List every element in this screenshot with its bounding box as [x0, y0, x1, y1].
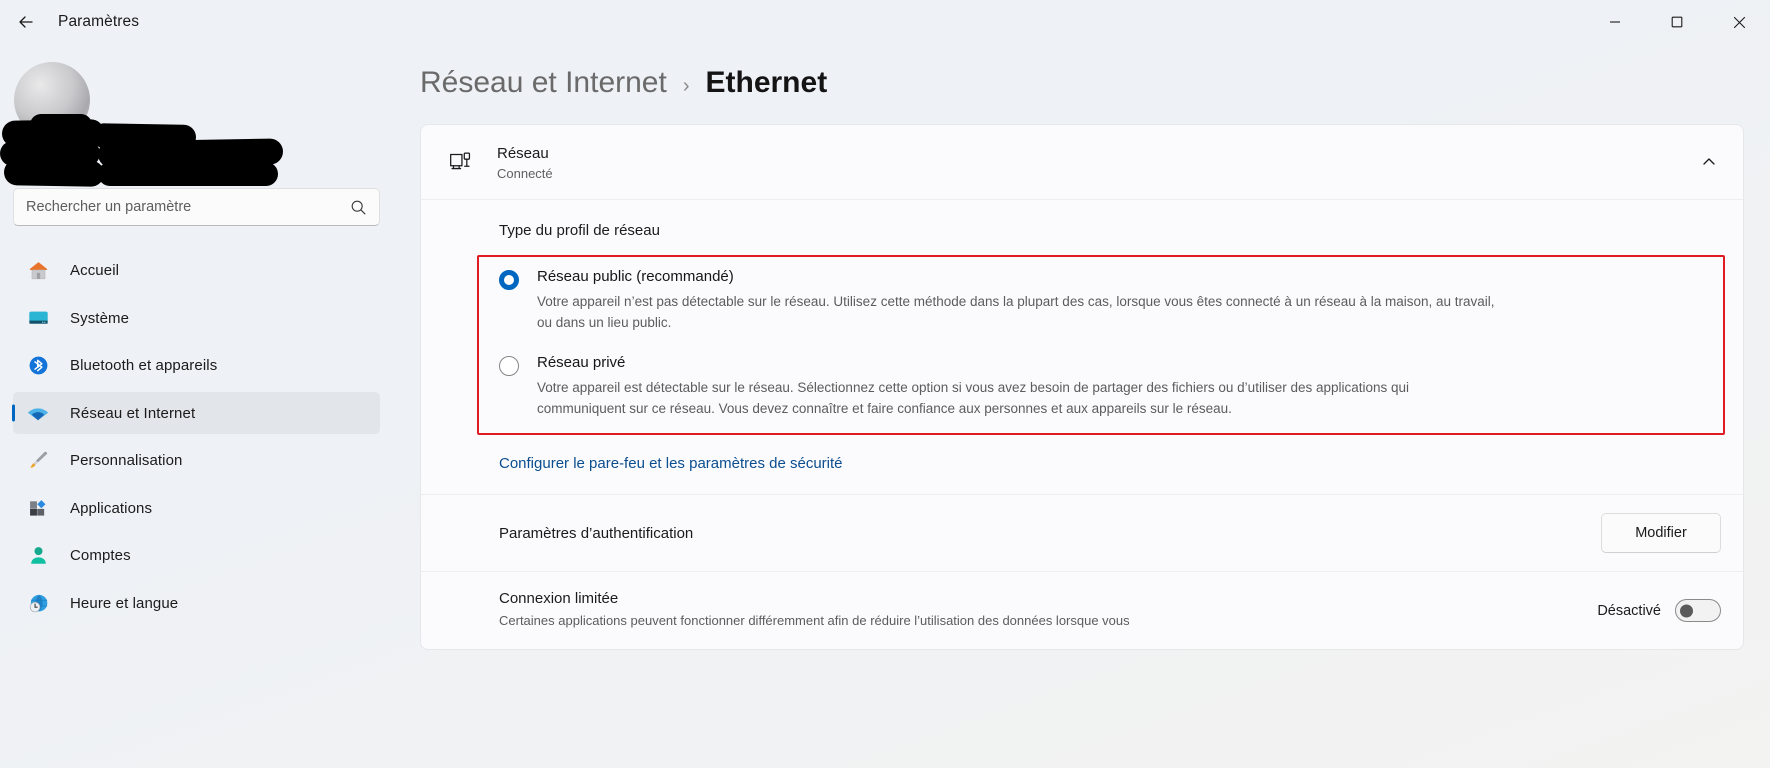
close-button[interactable] — [1708, 0, 1770, 44]
home-icon — [25, 259, 51, 283]
breadcrumb-parent[interactable]: Réseau et Internet — [420, 66, 667, 100]
radio-description-private: Votre appareil est détectable sur le rés… — [537, 378, 1497, 419]
metered-connection-toggle[interactable] — [1675, 599, 1721, 622]
sidebar-item-comptes[interactable]: Comptes — [13, 535, 380, 577]
title-bar: Paramètres — [0, 0, 1770, 44]
maximize-button[interactable] — [1646, 0, 1708, 44]
sidebar-item-label: Réseau et Internet — [70, 405, 195, 422]
toggle-knob — [1680, 604, 1693, 617]
network-header-text: Réseau Connecté — [497, 143, 553, 181]
radio-description-public: Votre appareil n’est pas détectable sur … — [537, 292, 1497, 333]
sidebar-item-accueil[interactable]: Accueil — [13, 250, 380, 292]
window-controls — [1584, 0, 1770, 44]
network-profile-options: Réseau public (recommandé) Votre apparei… — [441, 261, 1721, 426]
authentication-settings-label: Paramètres d’authentification — [499, 525, 1577, 542]
metered-connection-description: Certaines applications peuvent fonctionn… — [499, 611, 1319, 631]
sidebar-nav: Accueil Système — [0, 244, 420, 630]
radio-option-public[interactable]: Réseau public (recommandé) Votre apparei… — [441, 261, 1721, 339]
sidebar-item-label: Personnalisation — [70, 452, 183, 469]
sidebar-item-label: Accueil — [70, 262, 119, 279]
radio-label-private: Réseau privé — [537, 354, 625, 371]
page-title: Ethernet — [706, 66, 828, 100]
modify-button[interactable]: Modifier — [1601, 513, 1721, 553]
settings-window: Paramètres — [0, 0, 1770, 768]
sidebar-item-label: Comptes — [70, 547, 131, 564]
sidebar: Accueil Système — [0, 44, 420, 768]
search-box[interactable] — [13, 188, 380, 226]
metered-connection-label: Connexion limitée — [499, 590, 1573, 607]
metered-connection-toggle-group: Désactivé — [1597, 599, 1721, 622]
clock-globe-icon — [25, 591, 51, 615]
minimize-icon — [1609, 16, 1621, 28]
sidebar-item-reseau-et-internet[interactable]: Réseau et Internet — [13, 392, 380, 434]
chevron-right-icon: › — [683, 75, 690, 98]
sidebar-item-heure-et-langue[interactable]: Heure et langue — [13, 582, 380, 624]
redaction-mark — [4, 159, 104, 187]
radio-button-private[interactable] — [499, 356, 519, 376]
minimize-button[interactable] — [1584, 0, 1646, 44]
brush-icon — [25, 449, 51, 473]
network-profile-section: Type du profil de réseau Réseau public (… — [421, 200, 1743, 495]
bluetooth-icon — [25, 354, 51, 378]
maximize-icon — [1671, 16, 1683, 28]
search-input[interactable] — [26, 199, 350, 215]
sidebar-item-label: Bluetooth et appareils — [70, 357, 217, 374]
metered-connection-row[interactable]: Connexion limitée Certaines applications… — [421, 571, 1743, 649]
network-title: Réseau — [497, 145, 549, 162]
redaction-mark — [98, 162, 278, 186]
radio-button-public[interactable] — [499, 270, 519, 290]
sidebar-item-personnalisation[interactable]: Personnalisation — [13, 440, 380, 482]
window-title: Paramètres — [58, 13, 139, 31]
account-icon — [25, 544, 51, 568]
breadcrumb: Réseau et Internet › Ethernet — [420, 44, 1744, 124]
apps-icon — [25, 496, 51, 520]
chevron-up-icon[interactable] — [1701, 154, 1721, 170]
profile-section-title: Type du profil de réseau — [499, 222, 1721, 239]
user-profile — [0, 44, 420, 172]
radio-label-public: Réseau public (recommandé) — [537, 268, 734, 285]
back-button[interactable] — [6, 5, 46, 39]
sidebar-item-label: Système — [70, 310, 129, 327]
sidebar-item-bluetooth[interactable]: Bluetooth et appareils — [13, 345, 380, 387]
toggle-state-label: Désactivé — [1597, 603, 1661, 619]
arrow-left-icon — [16, 12, 36, 32]
radio-option-private[interactable]: Réseau privé Votre appareil est détectab… — [441, 347, 1721, 425]
network-status: Connecté — [497, 166, 553, 181]
main-content: Réseau et Internet › Ethernet — [420, 44, 1770, 768]
sidebar-item-label: Heure et langue — [70, 595, 178, 612]
display-icon — [25, 306, 51, 330]
ethernet-icon — [441, 147, 481, 177]
search-icon — [350, 199, 367, 216]
network-header[interactable]: Réseau Connecté — [421, 125, 1743, 200]
close-icon — [1733, 16, 1746, 29]
sidebar-item-label: Applications — [70, 500, 152, 517]
ethernet-card: Réseau Connecté Type du profil de réseau — [420, 124, 1744, 650]
sidebar-item-systeme[interactable]: Système — [13, 297, 380, 339]
firewall-settings-link[interactable]: Configurer le pare-feu et les paramètres… — [499, 455, 843, 472]
sidebar-item-applications[interactable]: Applications — [13, 487, 380, 529]
wifi-icon — [25, 401, 51, 425]
authentication-settings-row[interactable]: Paramètres d’authentification Modifier — [421, 494, 1743, 571]
